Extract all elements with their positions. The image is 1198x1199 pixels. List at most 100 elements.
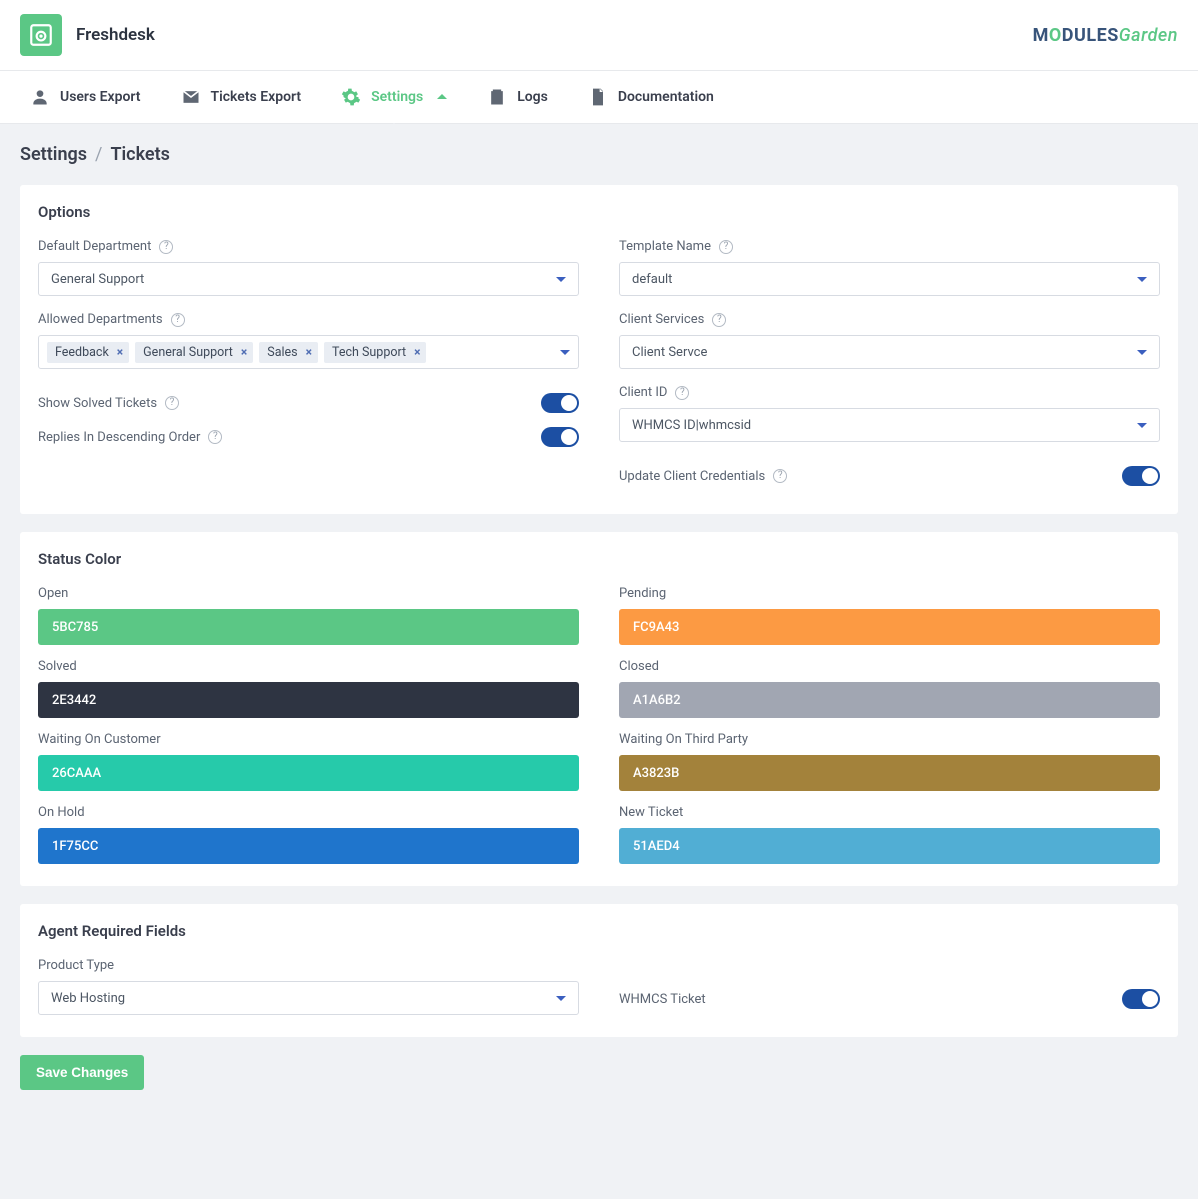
help-icon[interactable]: ? [773,469,787,483]
tag-remove-icon[interactable]: × [117,345,123,359]
field-label: Template Name [619,239,711,254]
status-label: Open [38,586,579,601]
tag-remove-icon[interactable]: × [241,345,247,359]
status-item: On Hold 1F75CC [38,805,579,864]
status-color-input[interactable]: 51AED4 [619,828,1160,864]
nav-users-export[interactable]: Users Export [10,71,161,123]
chevron-down-icon [437,89,447,99]
nav-documentation[interactable]: Documentation [568,71,734,123]
status-item: New Ticket51AED4 [619,805,1160,864]
breadcrumb-current: Tickets [110,144,169,165]
status-label: Pending [619,586,1160,601]
chevron-down-icon [556,996,566,1006]
nav-logs[interactable]: Logs [467,71,568,123]
status-color-input[interactable]: A1A6B2 [619,682,1160,718]
freshdesk-icon [28,22,54,48]
status-label: Solved [38,659,579,674]
field-label: Show Solved Tickets [38,396,157,411]
nav-label: Documentation [618,89,714,105]
mail-icon [181,87,201,107]
default-department-select[interactable]: General Support [38,262,579,296]
document-icon [588,87,608,107]
brand: Freshdesk [20,14,155,56]
nav-label: Tickets Export [211,89,302,105]
field-template-name: Template Name ? default [619,239,1160,296]
tag-label: General Support [143,345,233,360]
help-icon[interactable]: ? [675,386,689,400]
topbar: Freshdesk MODULESGarden [0,0,1198,71]
status-label: Waiting On Third Party [619,732,1160,747]
app-title: Freshdesk [76,25,155,45]
nav-label: Logs [517,89,548,105]
chevron-down-icon [1137,423,1147,433]
chevron-down-icon [556,277,566,287]
department-tag: General Support × [135,342,253,363]
status-label: On Hold [38,805,579,820]
help-icon[interactable]: ? [208,430,222,444]
help-icon[interactable]: ? [159,240,173,254]
product-type-select[interactable]: Web Hosting [38,981,579,1015]
field-label: Default Department [38,239,151,254]
allowed-departments-multiselect[interactable]: Feedback×General Support×Sales×Tech Supp… [38,335,579,369]
status-color-input[interactable]: A3823B [619,755,1160,791]
status-color-card: Status Color Open 5BC785 Pending FC9A43 Solv… [20,532,1178,886]
chevron-down-icon [560,350,570,360]
status-color-input[interactable]: 5BC785 [38,609,579,645]
help-icon[interactable]: ? [165,396,179,410]
tag-label: Tech Support [332,345,406,360]
card-title: Options [38,203,1160,221]
update-credentials-toggle[interactable] [1122,466,1160,486]
help-icon[interactable]: ? [712,313,726,327]
select-value: WHMCS ID|whmcsid [632,418,751,433]
nav-tickets-export[interactable]: Tickets Export [161,71,322,123]
nav-label: Users Export [60,89,141,105]
field-default-department: Default Department ? General Support [38,239,579,296]
status-item: Open 5BC785 [38,586,579,645]
status-item: Pending FC9A43 [619,586,1160,645]
department-tag: Feedback× [47,342,129,363]
replies-desc-toggle[interactable] [541,427,579,447]
modulesgarden-logo: MODULESGarden [1033,25,1178,46]
options-card: Options Default Department ? General Sup… [20,185,1178,514]
status-color-input[interactable]: FC9A43 [619,609,1160,645]
user-icon [30,87,50,107]
select-value: Web Hosting [51,991,125,1006]
field-label: Replies In Descending Order [38,430,200,445]
field-label: Update Client Credentials [619,469,765,484]
field-client-id: Client ID ? WHMCS ID|whmcsid [619,385,1160,442]
nav-label: Settings [371,89,423,105]
select-value: Client Servce [632,345,707,360]
tag-remove-icon[interactable]: × [306,345,312,359]
breadcrumb-root[interactable]: Settings [20,144,87,165]
department-tag: Tech Support × [324,342,427,363]
status-color-input[interactable]: 1F75CC [38,828,579,864]
help-icon[interactable]: ? [171,313,185,327]
field-client-services: Client Services ? Client Servce [619,312,1160,369]
clipboard-icon [487,87,507,107]
chevron-down-icon [1137,350,1147,360]
status-label: Closed [619,659,1160,674]
nav-settings[interactable]: Settings [321,71,467,123]
field-update-credentials: Update Client Credentials ? [619,458,1160,492]
show-solved-toggle[interactable] [541,393,579,413]
select-value: default [632,272,672,287]
field-allowed-departments: Allowed Departments ? Feedback×General S… [38,312,579,369]
tag-remove-icon[interactable]: × [414,345,420,359]
field-replies-desc: Replies In Descending Order ? [38,419,579,453]
field-label: Product Type [38,958,114,973]
status-color-input[interactable]: 26CAAA [38,755,579,791]
page: Settings / Tickets Options Default Depar… [0,124,1198,1110]
status-item: Closed A1A6B2 [619,659,1160,718]
whmcs-ticket-toggle[interactable] [1122,989,1160,1009]
gear-icon [341,87,361,107]
app-icon [20,14,62,56]
client-id-select[interactable]: WHMCS ID|whmcsid [619,408,1160,442]
help-icon[interactable]: ? [719,240,733,254]
template-name-select[interactable]: default [619,262,1160,296]
client-services-select[interactable]: Client Servce [619,335,1160,369]
department-tag: Sales × [259,342,318,363]
status-color-input[interactable]: 2E3442 [38,682,579,718]
tag-label: Sales [267,345,297,360]
card-title: Status Color [38,550,1160,568]
save-button[interactable]: Save Changes [20,1055,144,1090]
